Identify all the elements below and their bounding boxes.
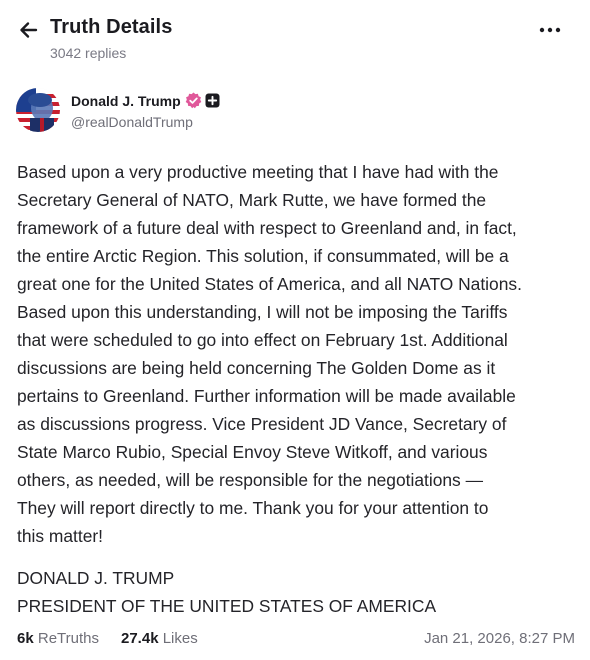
avatar[interactable] <box>16 88 60 132</box>
post-line: Based upon a very productive meeting tha… <box>17 162 499 182</box>
post-signature: DONALD J. TRUMP PRESIDENT OF THE UNITED … <box>17 564 436 620</box>
post-line: that were scheduled to go into effect on… <box>17 330 508 350</box>
post-line: pertains to Greenland. Further informati… <box>17 386 516 406</box>
signature-name: DONALD J. TRUMP <box>17 568 175 588</box>
post-line: Secretary General of NATO, Mark Rutte, w… <box>17 190 487 210</box>
more-options-button[interactable] <box>536 20 564 40</box>
page-title: Truth Details <box>50 16 173 38</box>
verified-badge-icon <box>185 92 202 109</box>
post-line: discussions are being held concerning Th… <box>17 358 496 378</box>
post-line: They will report directly to me. Thank y… <box>17 498 489 518</box>
post-line: Based upon this understanding, I will no… <box>17 302 508 322</box>
post-line: this matter! <box>17 526 104 546</box>
more-horizontal-icon <box>539 27 561 33</box>
post-text: Based upon a very productive meeting tha… <box>17 158 577 550</box>
retruths-stat[interactable]: 6k ReTruths <box>17 630 99 647</box>
post-line: the entire Arctic Region. This solution,… <box>17 246 509 266</box>
plus-badge-icon <box>205 93 220 108</box>
likes-count: 27.4k <box>121 630 159 647</box>
retruths-count: 6k <box>17 630 34 647</box>
page-header: Truth Details 3042 replies <box>0 0 590 68</box>
post-line: framework of a future deal with respect … <box>17 218 517 238</box>
back-button[interactable] <box>16 17 42 43</box>
post-footer: 6k ReTruths 27.4k Likes Jan 21, 2026, 8:… <box>17 630 577 652</box>
arrow-left-icon <box>20 22 38 38</box>
post-author: Donald J. Trump @realDonaldTrump <box>16 88 576 134</box>
post-line: others, as needed, will be responsible f… <box>17 470 483 490</box>
author-name[interactable]: Donald J. Trump <box>71 93 181 109</box>
post-body: Based upon a very productive meeting tha… <box>17 158 577 550</box>
post-timestamp: Jan 21, 2026, 8:27 PM <box>424 630 575 647</box>
post-line: as discussions progress. Vice President … <box>17 414 507 434</box>
post-line: great one for the United States of Ameri… <box>17 274 522 294</box>
post-line: State Marco Rubio, Special Envoy Steve W… <box>17 442 488 462</box>
author-handle[interactable]: @realDonaldTrump <box>71 114 193 130</box>
likes-label: Likes <box>162 630 198 647</box>
retruths-label: ReTruths <box>37 630 99 647</box>
likes-stat[interactable]: 27.4k Likes <box>121 630 198 647</box>
reply-count: 3042 replies <box>50 45 127 61</box>
avatar-image <box>16 88 60 132</box>
signature-title: PRESIDENT OF THE UNITED STATES OF AMERIC… <box>17 596 437 616</box>
